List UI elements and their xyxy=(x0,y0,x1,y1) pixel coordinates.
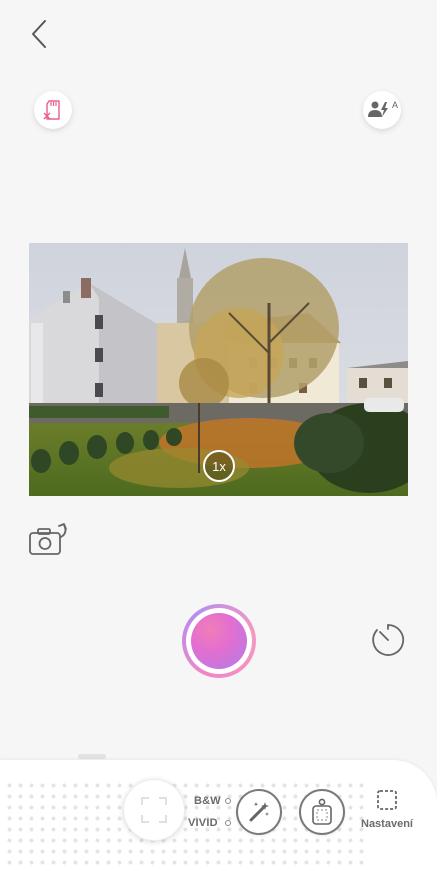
shutter-button[interactable] xyxy=(182,604,256,678)
magic-effects-button[interactable] xyxy=(236,789,282,835)
shutter-core xyxy=(191,613,247,669)
magic-wand-icon xyxy=(249,802,269,822)
sd-card-error-icon xyxy=(43,100,60,120)
settings-frame-icon xyxy=(377,790,397,810)
timer-icon xyxy=(372,624,405,656)
mode-vivid-radio[interactable] xyxy=(225,820,231,826)
flash-mode-button[interactable]: A xyxy=(363,91,401,129)
switch-camera-button[interactable] xyxy=(28,521,72,557)
shutter-ring xyxy=(186,608,252,674)
mode-vivid-label[interactable]: VIVID xyxy=(188,817,218,829)
mode-bw-label[interactable]: B&W xyxy=(194,795,221,807)
frame-button[interactable] xyxy=(299,789,345,835)
settings-label: Nastavení xyxy=(361,818,413,830)
settings-button[interactable]: Nastavení xyxy=(356,788,418,838)
flash-mode-badge: A xyxy=(392,100,399,110)
focus-frame-icon xyxy=(141,797,167,823)
timer-button[interactable] xyxy=(370,622,406,658)
focus-frame-button[interactable] xyxy=(123,779,185,841)
zoom-level-button[interactable]: 1x xyxy=(203,450,235,482)
chevron-left-icon xyxy=(32,20,46,48)
mode-bw-radio[interactable] xyxy=(225,798,231,804)
back-button[interactable] xyxy=(22,14,58,54)
frame-icon xyxy=(312,798,332,825)
camera-switch-icon xyxy=(29,523,67,555)
tray-handle[interactable] xyxy=(78,754,106,759)
sd-card-button[interactable] xyxy=(34,91,72,129)
